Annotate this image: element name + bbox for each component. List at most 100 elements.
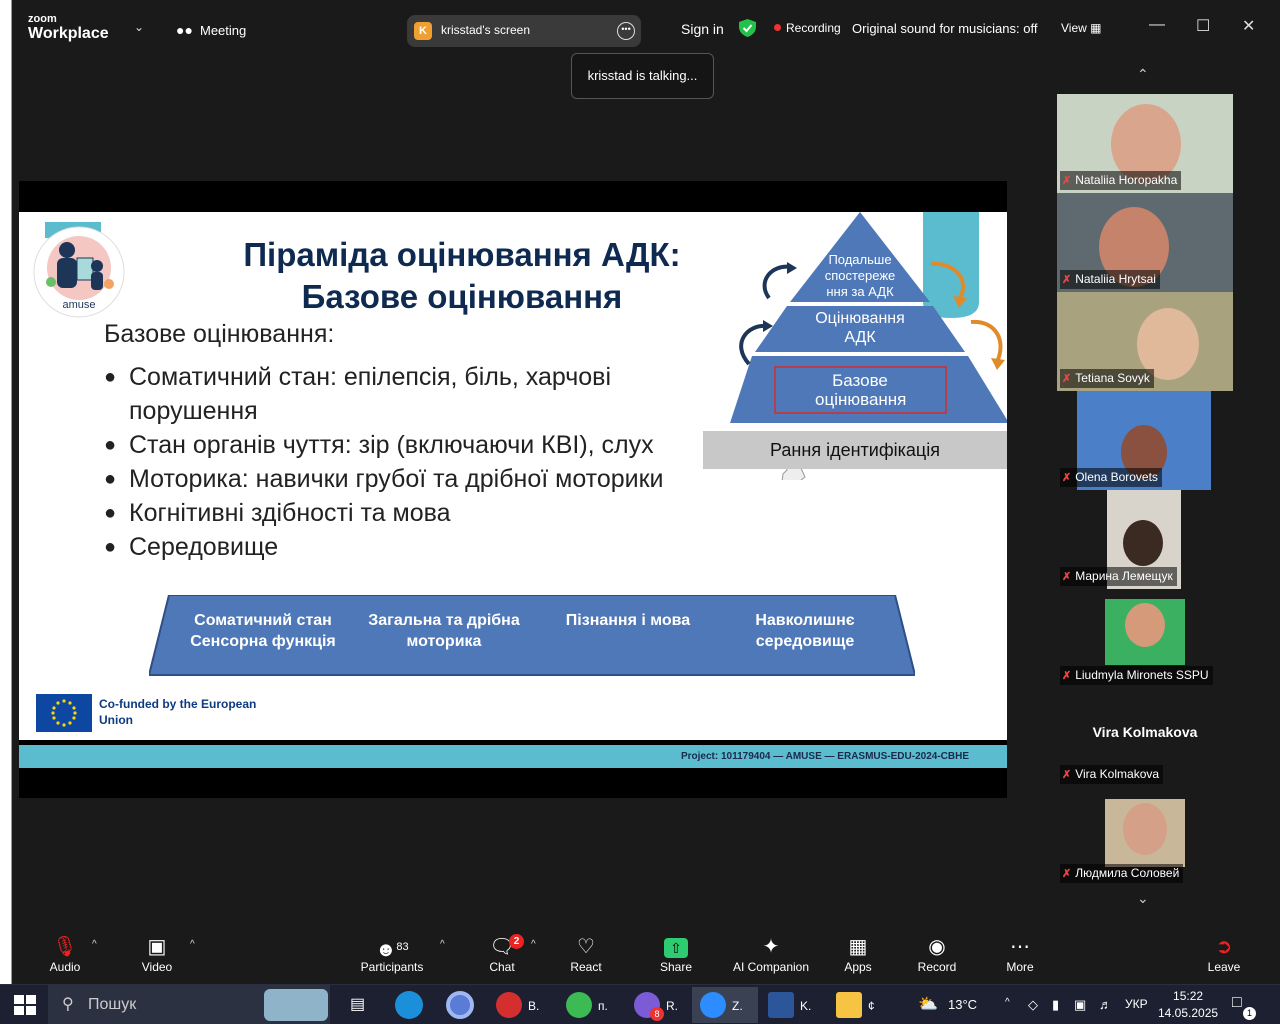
video-face <box>1125 603 1165 647</box>
more-button[interactable]: ⋯ More <box>985 934 1055 974</box>
participant-gallery[interactable]: ⌃ ✗ Nataliia Horopakha ✗ Nataliia Hrytsai … <box>1057 56 1233 924</box>
participants-options-caret-icon[interactable]: ^ <box>440 939 445 950</box>
slide-footer: Project: 101179404 — AMUSE — ERASMUS-EDU… <box>19 745 1007 768</box>
slide-title-line1: Піраміда оцінювання АДК: <box>243 236 681 273</box>
video-button[interactable]: ▣ Video <box>122 934 192 974</box>
participant-no-video-name: Vira Kolmakova <box>1092 724 1198 740</box>
muted-mic-icon: ✗ <box>1062 472 1072 484</box>
task-view-icon[interactable]: ▤ <box>350 994 365 1014</box>
zoom-workplace-logo[interactable]: zoom Workplace <box>28 14 109 42</box>
participant-name-label: ✗ Nataliia Horopakha <box>1060 171 1182 190</box>
participant-tile[interactable]: ✗ Olena Borovets <box>1057 391 1233 490</box>
participant-name: Tetiana Sovyk <box>1075 371 1150 385</box>
audio-options-caret-icon[interactable]: ^ <box>92 939 97 950</box>
participant-tile[interactable]: ✗ Nataliia Horopakha <box>1057 94 1233 193</box>
sign-in-button[interactable]: Sign in <box>681 21 724 37</box>
chrome-icon <box>566 992 592 1018</box>
participant-tile[interactable]: ✗ Nataliia Hrytsai <box>1057 193 1233 292</box>
participant-tile[interactable]: ✗ Людмила Соловей <box>1057 787 1233 886</box>
video-options-caret-icon[interactable]: ^ <box>190 939 195 950</box>
participants-label: Participants <box>360 960 424 974</box>
participant-tile[interactable]: ✗ Марина Лемещук <box>1057 490 1233 589</box>
more-dots-icon: ⋯ <box>1010 936 1030 958</box>
muted-mic-icon: ✗ <box>1062 571 1072 583</box>
recording-indicator[interactable]: Recording <box>774 21 841 35</box>
audio-button[interactable]: 🎙 Audio <box>30 934 100 974</box>
participant-tile[interactable]: Vira Kolmakova ✗ Vira Kolmakova <box>1057 688 1233 787</box>
participant-name: Liudmyla Mironets SSPU <box>1075 668 1209 682</box>
folder-icon <box>836 992 862 1018</box>
muted-mic-icon: ✗ <box>1062 274 1072 286</box>
chromium-browser-icon[interactable] <box>446 991 474 1019</box>
taskbar-app-explorer[interactable]: ¢ <box>828 987 894 1023</box>
background-window-edge <box>0 0 12 984</box>
chevron-down-icon[interactable]: ⌄ <box>134 20 144 34</box>
apps-grid-icon: ▦ <box>848 936 868 958</box>
app-label: K. <box>800 999 812 1013</box>
windows-start-icon[interactable] <box>14 995 36 1015</box>
taskbar-app-chrome[interactable]: п. <box>558 987 624 1023</box>
participant-tile[interactable]: ✗ Tetiana Sovyk <box>1057 292 1233 391</box>
chat-options-caret-icon[interactable]: ^ <box>531 939 536 950</box>
weather-temperature[interactable]: 13°C <box>948 997 977 1012</box>
volume-icon[interactable]: ♬ <box>1099 997 1112 1012</box>
taskbar-app-opera[interactable]: В. <box>488 987 554 1023</box>
top-bar: zoom Workplace ⌄ ●● Meeting K krisstad's … <box>12 0 1280 56</box>
taskbar-app-word[interactable]: K. <box>760 987 826 1023</box>
participants-button[interactable]: ☻83 Participants <box>357 934 427 974</box>
chat-button[interactable]: 🗨 2 Chat <box>467 934 537 974</box>
microphone-icon[interactable]: ▮ <box>1052 997 1059 1013</box>
network-icon[interactable]: ▣ <box>1074 997 1086 1013</box>
logo-text: amuse <box>62 299 95 311</box>
app-label: R. <box>666 999 678 1013</box>
slide-title: Піраміда оцінювання АДК: Базове оцінюван… <box>207 234 717 318</box>
video-label: Video <box>141 960 173 974</box>
leave-button[interactable]: ➲ Leave <box>1189 934 1259 974</box>
bullet-item: Моторика: навички грубої та дрібної мото… <box>104 462 744 496</box>
amuse-logo: amuse <box>33 222 125 318</box>
share-button[interactable]: ⇧ Share <box>641 934 711 974</box>
view-button[interactable]: View ▦ <box>1061 21 1101 35</box>
leave-door-icon: ➲ <box>1215 936 1233 958</box>
video-face <box>1123 803 1167 855</box>
minimize-icon[interactable]: — <box>1149 16 1165 34</box>
eu-cofunded-text: Co-funded by the European Union <box>99 697 257 727</box>
meet-now-icon[interactable]: ◇ <box>1028 997 1038 1013</box>
original-sound-status[interactable]: Original sound for musicians: off <box>852 21 1037 36</box>
eu-flag-icon <box>36 694 92 732</box>
scroll-down-icon[interactable]: ⌄ <box>1137 890 1149 907</box>
slide-title-line2: Базове оцінювання <box>301 278 623 315</box>
taskbar-app-zoom[interactable]: Z. <box>692 987 758 1023</box>
meeting-menu[interactable]: ●● Meeting <box>176 22 246 38</box>
close-icon[interactable]: ✕ <box>1242 16 1255 36</box>
more-options-icon[interactable]: ••• <box>617 22 635 40</box>
participant-tile[interactable]: ✗ Liudmyla Mironets SSPU <box>1057 589 1233 688</box>
notifications-icon[interactable]: □ <box>1232 994 1242 1012</box>
react-button[interactable]: ♡ React <box>551 934 621 974</box>
security-shield-icon[interactable] <box>739 19 756 37</box>
video-face <box>1123 520 1163 566</box>
ai-companion-button[interactable]: ✦ AI Companion <box>726 934 816 974</box>
weather-icon[interactable]: ⛅ <box>918 994 938 1014</box>
record-label: Record <box>917 960 957 974</box>
edge-browser-icon[interactable] <box>395 991 423 1019</box>
muted-mic-icon: ✗ <box>1062 868 1072 880</box>
leave-label: Leave <box>1207 960 1241 974</box>
search-highlight-image <box>264 989 328 1021</box>
participant-name-label: ✗ Nataliia Hrytsai <box>1060 270 1160 289</box>
search-icon: ⚲ <box>62 996 74 1013</box>
apps-button[interactable]: ▦ Apps <box>823 934 893 974</box>
video-camera-icon: ▣ <box>147 936 167 958</box>
tray-overflow-icon[interactable]: ^ <box>1005 997 1010 1008</box>
language-indicator[interactable]: УКР <box>1125 997 1148 1011</box>
system-clock[interactable]: 15:22 14.05.2025 <box>1158 988 1218 1022</box>
record-button[interactable]: ◉ Record <box>902 934 972 974</box>
participant-name: Olena Borovets <box>1075 470 1158 484</box>
shared-screen-pill[interactable]: K krisstad's screen ••• <box>407 15 641 47</box>
taskbar-app-viber[interactable]: 8 R. <box>626 987 692 1023</box>
logo-small-text: zoom <box>28 13 57 25</box>
view-layout-icon: ▦ <box>1090 21 1102 35</box>
logo-large-text: Workplace <box>28 25 109 42</box>
scroll-up-icon[interactable]: ⌃ <box>1137 66 1149 83</box>
maximize-icon[interactable]: ☐ <box>1196 16 1210 36</box>
